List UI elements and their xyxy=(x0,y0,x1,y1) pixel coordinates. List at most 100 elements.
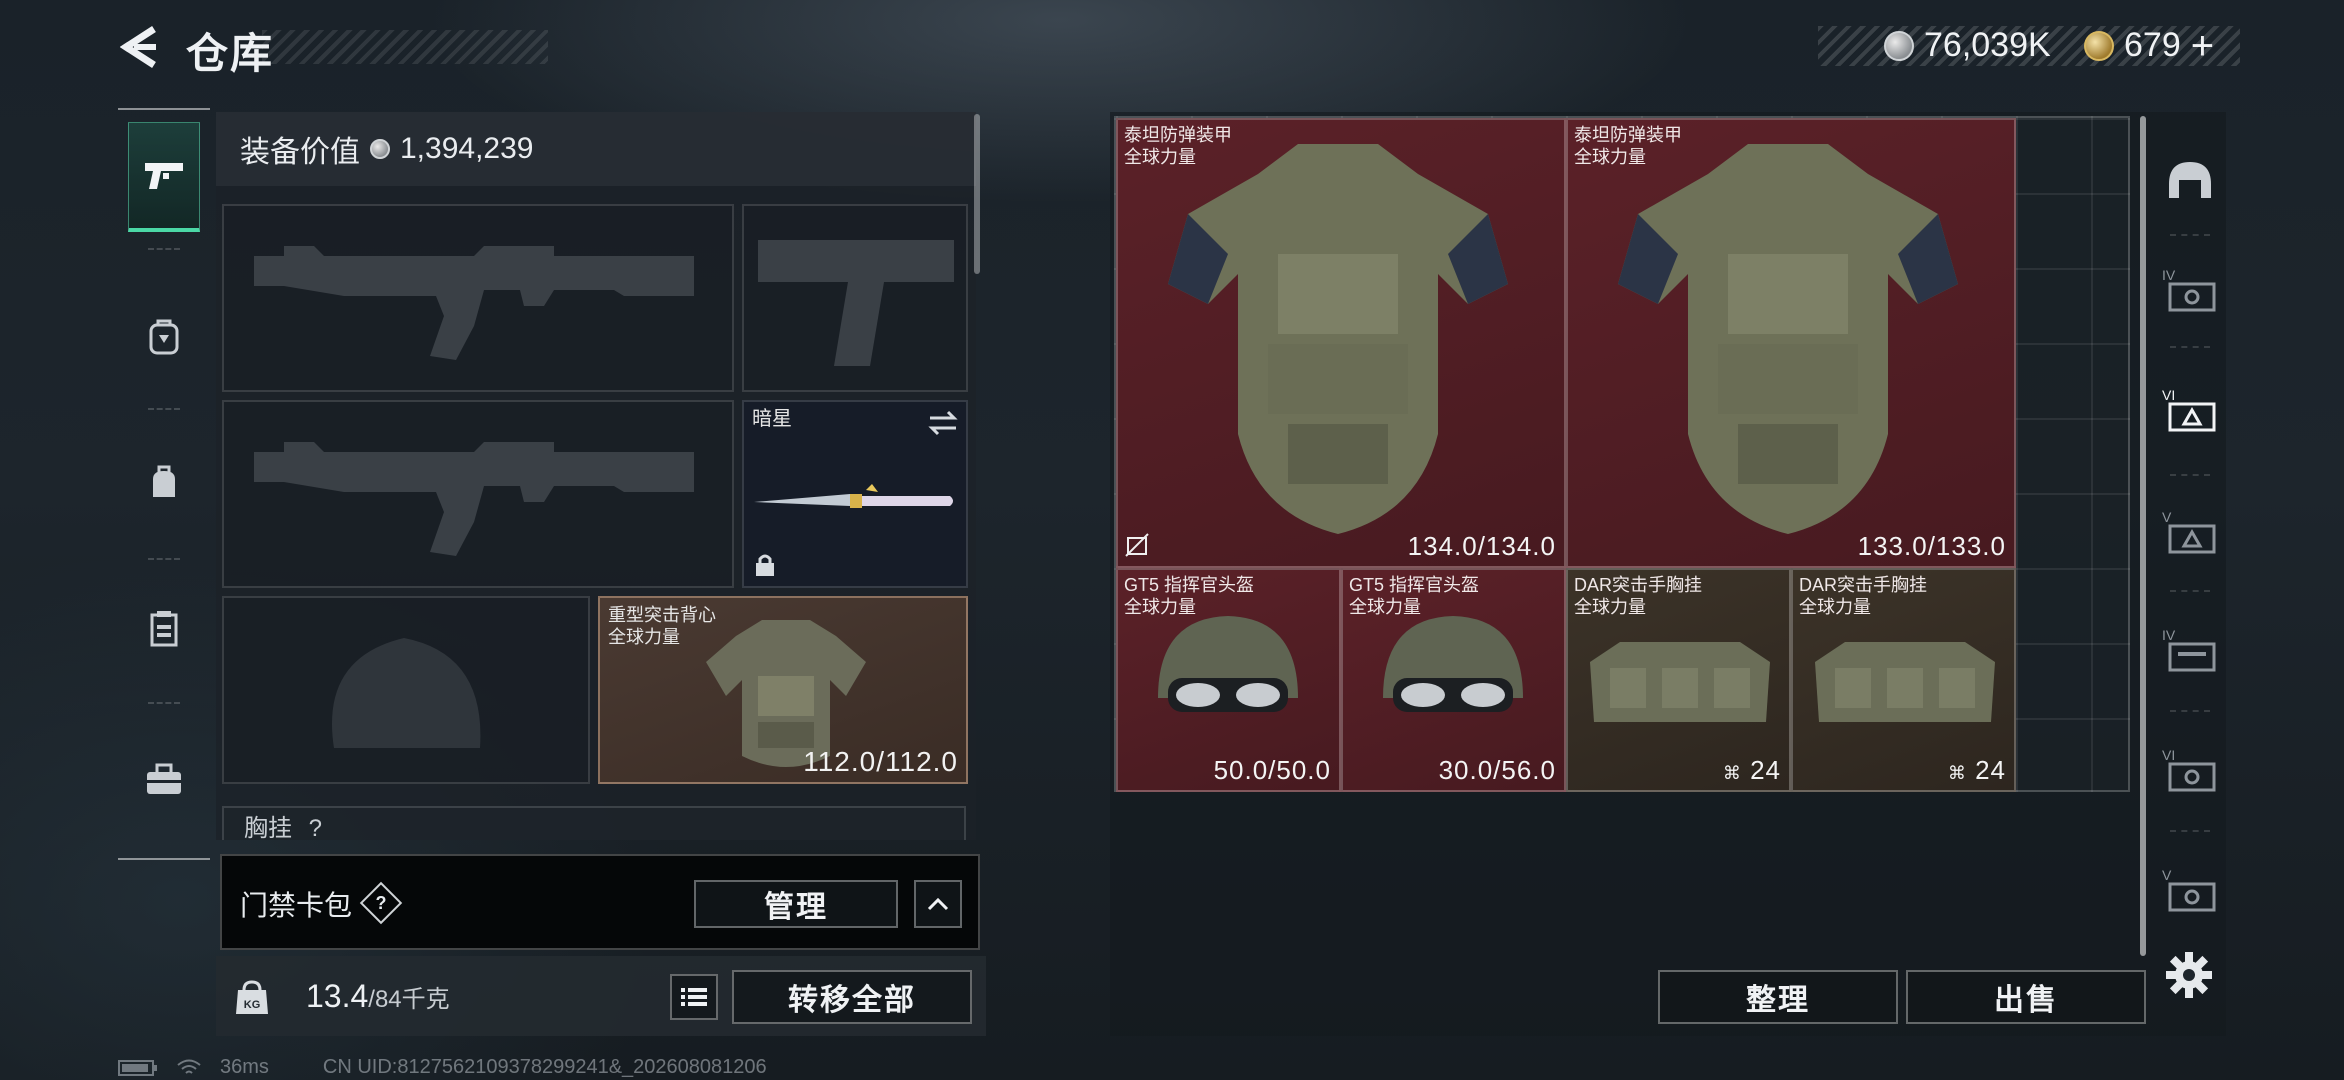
titan-armor-image xyxy=(1618,144,1958,534)
add-gold-icon[interactable]: + xyxy=(2191,26,2214,66)
keycard-label: 门禁卡包 xyxy=(240,890,353,921)
item-capacity: ⌘ 24 xyxy=(1948,755,2006,786)
tab-vest[interactable] xyxy=(128,574,200,684)
pistol-placeholder-icon xyxy=(758,240,954,366)
category-tabs xyxy=(118,108,210,860)
settings-button[interactable] xyxy=(2164,950,2214,1000)
inventory-item[interactable]: 泰坦防弹装甲 全球力量 134.0/134.0 xyxy=(1116,118,1566,568)
inventory-item[interactable]: GT5 指挥官头盔 全球力量 50.0/50.0 xyxy=(1116,568,1341,792)
user-uid: CN UID:8127562109378299241&_202608081206 xyxy=(322,1056,767,1078)
equipment-scrollbar[interactable] xyxy=(974,114,980,274)
status-footer: 36ms CN UID:8127562109378299241&_2026080… xyxy=(118,1056,767,1079)
filter-armor-iv[interactable]: IV xyxy=(2158,258,2222,322)
vest-icon xyxy=(150,611,178,647)
list-icon xyxy=(681,988,707,1006)
equipment-value-label: 装备价值 xyxy=(240,136,360,169)
chest-rig-help-icon: ? xyxy=(308,815,323,840)
gold-coin-icon xyxy=(2084,30,2114,61)
chevron-up-icon xyxy=(927,897,949,911)
inventory-filters: IV VI V IV VI V xyxy=(2150,112,2226,972)
filter-armor-v-b[interactable]: V xyxy=(2158,858,2222,922)
chest-rig-image xyxy=(1590,642,1770,722)
inventory-item[interactable]: DAR突击手胸挂 全球力量 ⌘ 24 xyxy=(1566,568,1791,792)
filter-armor-vi-b[interactable]: VI xyxy=(2158,738,2222,802)
chest-rig-slot[interactable]: 胸挂 ? xyxy=(222,806,966,840)
titan-armor-image xyxy=(1168,144,1508,534)
gold-currency[interactable]: 679 + xyxy=(2084,26,2214,66)
inventory-item[interactable]: GT5 指挥官头盔 全球力量 30.0/56.0 xyxy=(1341,568,1566,792)
weight-max: /84千克 xyxy=(368,986,450,1013)
filter-rig-iv[interactable]: IV xyxy=(2158,618,2222,682)
value-coin-icon xyxy=(370,139,390,159)
item-name-line1: GT5 指挥官头盔 xyxy=(1124,575,1255,595)
toolbox-icon xyxy=(147,763,181,794)
tab-bag[interactable] xyxy=(128,428,200,538)
filter-armor-v[interactable]: V xyxy=(2158,500,2222,564)
rifle-placeholder-icon xyxy=(254,442,694,556)
weight-kg-icon: KG xyxy=(234,978,270,1016)
weight-readout: 13.4/84千克 xyxy=(306,978,450,1015)
svg-text:V: V xyxy=(2162,509,2172,525)
melee-slot[interactable]: 暗星 xyxy=(742,400,968,588)
inventory-item[interactable]: DAR突击手胸挂 全球力量 ⌘ 24 xyxy=(1791,568,2016,792)
sort-button[interactable]: 整理 xyxy=(1658,970,1898,1024)
inventory-item[interactable]: 泰坦防弹装甲 全球力量 133.0/133.0 xyxy=(1566,118,2016,568)
item-name: DAR突击手胸挂 全球力量 xyxy=(1799,574,1927,618)
ping-value: 36ms xyxy=(220,1056,269,1078)
armor-vi-b-filter-icon: VI xyxy=(2162,747,2216,792)
wifi-icon xyxy=(177,1059,201,1074)
item-name-line2: 全球力量 xyxy=(1574,597,1646,617)
melee-name: 暗星 xyxy=(752,408,792,430)
rifle-placeholder-icon xyxy=(254,246,694,360)
pistol-icon xyxy=(145,162,183,189)
back-arrow-icon xyxy=(120,26,156,68)
armor-vi-filter-icon: VI xyxy=(2162,387,2216,432)
list-view-button[interactable] xyxy=(670,974,718,1020)
secondary-weapon-slot[interactable] xyxy=(222,400,734,588)
transfer-all-button[interactable]: 转移全部 xyxy=(732,970,972,1024)
item-name-line1: GT5 指挥官头盔 xyxy=(1349,575,1480,595)
equipment-value: 1,394,239 xyxy=(400,132,534,165)
backpack-tab-icon xyxy=(149,319,179,355)
tab-weapons[interactable] xyxy=(128,122,200,232)
helmet-slot[interactable] xyxy=(222,596,590,784)
chest-rig-label: 胸挂 xyxy=(244,815,292,840)
silver-currency: 76,039K xyxy=(1884,26,2051,65)
armor-v-filter-icon: V xyxy=(2162,509,2216,554)
page-title: 仓库 xyxy=(186,30,275,77)
sidearm-slot[interactable] xyxy=(742,204,968,392)
filter-armor-vi[interactable]: VI xyxy=(2158,378,2222,442)
helmet-filter-icon xyxy=(2169,162,2211,198)
knife-icon xyxy=(754,484,953,508)
commander-helmet-image xyxy=(1158,616,1298,712)
no-insure-icon xyxy=(1125,533,1149,557)
swap-icon[interactable] xyxy=(928,410,958,436)
item-durability: 50.0/50.0 xyxy=(1213,755,1331,785)
equipment-value-header: 装备价值 1,394,239 xyxy=(216,112,976,186)
back-button[interactable] xyxy=(118,24,162,70)
item-name-line1: DAR突击手胸挂 xyxy=(1574,575,1703,595)
lock-icon xyxy=(756,554,774,576)
inventory-scrollbar[interactable] xyxy=(2140,116,2146,956)
svg-text:VI: VI xyxy=(2162,387,2175,403)
sell-button[interactable]: 出售 xyxy=(1906,970,2146,1024)
capacity-value: 24 xyxy=(1750,755,1781,785)
filter-helmet[interactable] xyxy=(2158,148,2222,212)
item-capacity: ⌘ 24 xyxy=(1723,755,1781,786)
manage-button[interactable]: 管理 xyxy=(694,880,898,928)
svg-text:KG: KG xyxy=(244,999,261,1011)
silver-amount: 76,039K xyxy=(1924,26,2051,64)
battery-icon xyxy=(118,1059,157,1076)
capacity-value: 24 xyxy=(1975,755,2006,785)
primary-weapon-slot[interactable] xyxy=(222,204,734,392)
tab-toolbox[interactable] xyxy=(128,724,200,834)
svg-text:IV: IV xyxy=(2162,627,2176,643)
tab-backpack[interactable] xyxy=(128,282,200,392)
item-durability: 133.0/133.0 xyxy=(1857,531,2006,561)
armor-slot[interactable]: 重型突击背心 全球力量 112.0/112.0 xyxy=(598,596,968,784)
item-name: DAR突击手胸挂 全球力量 xyxy=(1574,574,1702,618)
item-name-line2: 全球力量 xyxy=(1799,597,1871,617)
capacity-icon: ⌘ xyxy=(1722,763,1742,783)
expand-button[interactable] xyxy=(914,880,962,928)
rig-iv-filter-icon: IV xyxy=(2162,627,2216,672)
